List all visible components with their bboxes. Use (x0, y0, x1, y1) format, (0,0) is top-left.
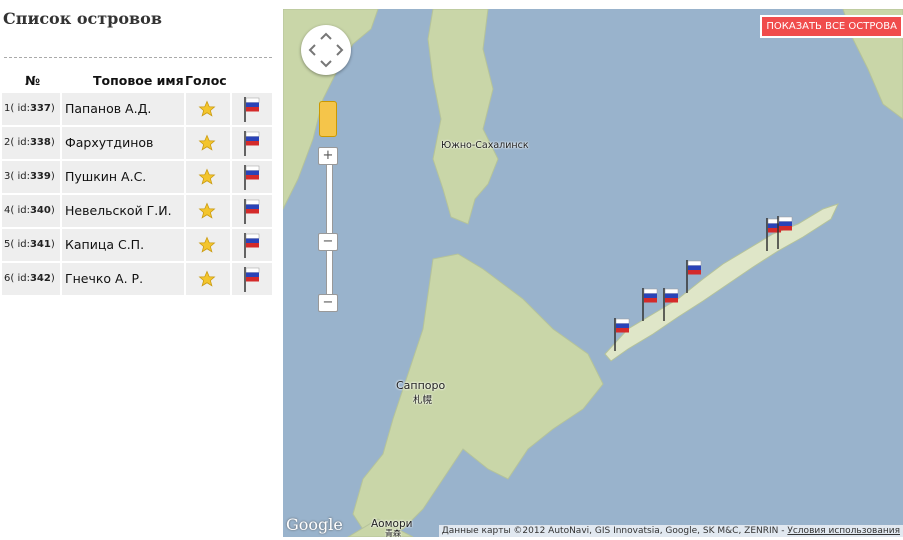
island-name[interactable]: Гнечко А. Р. (62, 263, 184, 295)
table-row[interactable]: 1( id:337) Папанов А.Д. (2, 93, 272, 125)
show-on-map-button[interactable] (232, 127, 272, 159)
show-on-map-button[interactable] (232, 93, 272, 125)
russian-flag-icon (243, 232, 263, 262)
row-number: 3( id:339) (2, 161, 60, 193)
vote-button[interactable] (186, 195, 230, 227)
island-name[interactable]: Папанов А.Д. (62, 93, 184, 125)
show-on-map-button[interactable] (232, 195, 272, 227)
table-row[interactable]: 3( id:339) Пушкин А.С. (2, 161, 272, 193)
show-all-islands-button[interactable]: ПОКАЗАТЬ ВСЕ ОСТРОВА (760, 15, 903, 38)
russian-flag-icon (243, 96, 263, 126)
attribution-text: Данные карты ©2012 AutoNavi, GIS Innovat… (441, 526, 785, 536)
star-icon (198, 168, 216, 190)
divider (4, 57, 272, 58)
map-view[interactable]: Южно-Сахалинск Саппоро 札幌 Аомори 青森 + − … (283, 9, 903, 537)
table-row[interactable]: 2( id:338)Фархутдинов И.П. (2, 127, 272, 182)
star-icon (198, 270, 216, 292)
vote-button[interactable] (186, 93, 230, 125)
header-name: Топовое имя (93, 73, 184, 88)
zoom-in-button[interactable]: + (318, 147, 338, 165)
map-attribution: Данные карты ©2012 AutoNavi, GIS Innovat… (438, 525, 903, 537)
island-marker-flag[interactable] (684, 258, 706, 294)
star-icon (198, 100, 216, 122)
show-on-map-button[interactable] (232, 263, 272, 295)
island-list-panel: Список островов № Топовое имя Голос 1( i… (0, 0, 276, 540)
street-view-pegman-icon[interactable] (319, 101, 337, 137)
island-name[interactable]: Фархутдинов И.П. (62, 127, 184, 182)
row-number: 6( id:342) (2, 263, 60, 295)
russian-flag-icon (243, 266, 263, 296)
row-number: 2( id:338) (2, 127, 60, 159)
pan-control[interactable] (301, 25, 351, 75)
island-name[interactable]: Пушкин А.С. (62, 161, 184, 193)
show-on-map-button[interactable] (232, 229, 272, 261)
table-row[interactable]: 5( id:341) Капица С.П. (2, 229, 272, 261)
russian-flag-icon (243, 164, 263, 194)
page-title: Список островов (3, 9, 162, 28)
label-yuzhno-sakhalinsk: Южно-Сахалинск (441, 140, 529, 151)
show-all-islands-label: ПОКАЗАТЬ ВСЕ ОСТРОВА (762, 17, 901, 36)
island-marker-flag[interactable] (775, 214, 797, 250)
row-number: 1( id:337) (2, 93, 60, 125)
vote-button[interactable] (186, 229, 230, 261)
pan-arrows-icon (308, 32, 344, 68)
island-marker-flag[interactable] (661, 286, 683, 322)
label-sapporo: Саппоро (396, 379, 446, 392)
island-marker-flag[interactable] (612, 316, 634, 352)
label-sapporo-jp: 札幌 (413, 395, 433, 406)
google-logo: Google (286, 515, 343, 534)
russian-flag-icon (243, 130, 263, 160)
vote-button[interactable] (186, 263, 230, 295)
row-number: 4( id:340) (2, 195, 60, 227)
island-marker-flag[interactable] (640, 286, 662, 322)
header-num: № (25, 73, 41, 88)
star-icon (198, 134, 216, 156)
vote-button[interactable] (186, 161, 230, 193)
map-land (283, 9, 903, 537)
table-row[interactable]: 4( id:340) Невельской Г.И. (2, 195, 272, 227)
table-row[interactable]: 6( id:342) Гнечко А. Р. (2, 263, 272, 295)
star-icon (198, 236, 216, 258)
island-name[interactable]: Невельской Г.И. (62, 195, 184, 227)
label-aomori-jp: 青森 (385, 529, 401, 537)
row-number: 5( id:341) (2, 229, 60, 261)
star-icon (198, 202, 216, 224)
zoom-slider-handle[interactable]: − (318, 233, 338, 251)
zoom-slider[interactable] (326, 157, 333, 305)
island-name[interactable]: Капица С.П. (62, 229, 184, 261)
terms-link[interactable]: Условия использования (787, 526, 900, 536)
vote-button[interactable] (186, 127, 230, 159)
zoom-out-button[interactable]: − (318, 294, 338, 312)
russian-flag-icon (243, 198, 263, 228)
header-vote: Голос (185, 73, 227, 88)
show-on-map-button[interactable] (232, 161, 272, 193)
